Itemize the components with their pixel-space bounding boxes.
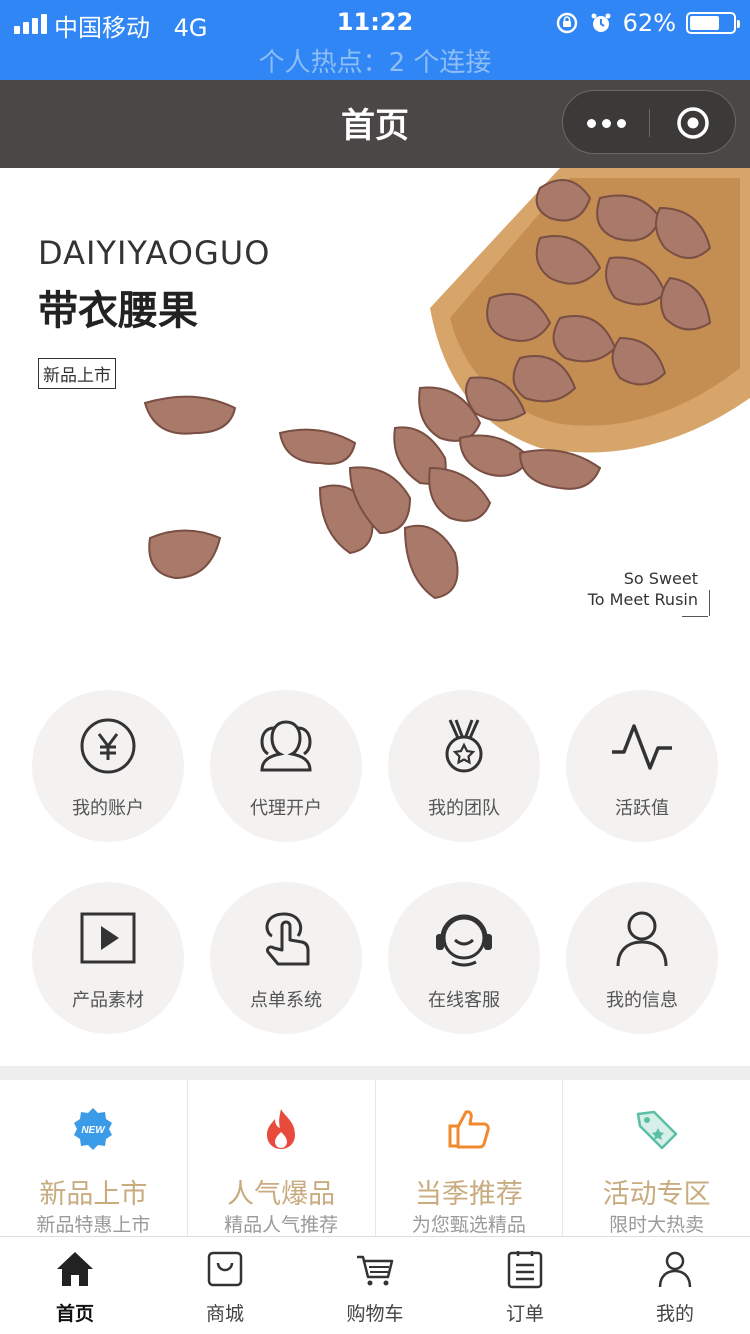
banner-slogan: So Sweet To Meet Rusin [588,568,698,610]
person-icon [616,911,668,967]
home-icon [57,1252,93,1286]
tab-bar: 首页 商城 购物车 订单 我的 [0,1236,750,1334]
svg-text:NEW: NEW [82,1125,107,1136]
menu-label: 产品素材 [72,990,144,1011]
menu-online-service[interactable]: 在线客服 [388,882,540,1034]
nav-bar: 首页 [0,80,750,168]
user-icon [658,1251,692,1288]
slogan-mark [709,590,710,616]
battery-percent: 62% [622,9,676,37]
thumbs-up-icon [448,1110,490,1149]
category-hot-items[interactable]: 人气爆品 精品人气推荐 [188,1080,376,1236]
battery-icon [686,12,740,34]
menu-label: 代理开户 [250,798,322,819]
headset-icon [436,914,492,967]
category-subtitle: 精品人气推荐 [224,1214,339,1236]
tab-home[interactable]: 首页 [0,1237,150,1334]
tab-label: 商城 [205,1303,244,1325]
menu-label: 我的账户 [72,798,144,819]
tab-mine[interactable]: 我的 [600,1237,750,1334]
menu-label: 我的团队 [428,798,500,819]
category-subtitle: 新品特惠上市 [36,1214,151,1236]
slogan-line-2: To Meet Rusin [587,590,698,609]
category-subtitle: 为您甄选精品 [411,1214,526,1236]
category-title: 活动专区 [602,1179,711,1210]
category-title: 当季推荐 [414,1179,523,1210]
slogan-underline [682,616,708,617]
cart-icon [357,1255,394,1286]
mini-program-capsule [562,90,736,154]
more-options-icon[interactable] [563,91,649,155]
medal-icon [445,719,483,773]
hotspot-banner[interactable]: 个人热点：2 个连接 [0,42,750,79]
section-divider [0,1066,750,1080]
menu-label: 在线客服 [428,990,500,1011]
brand-name-en: DAIYIYAOGUO [38,234,271,272]
tab-label: 首页 [55,1303,94,1325]
slogan-line-1: So Sweet [623,569,698,588]
play-icon [80,912,136,964]
category-new-arrivals[interactable]: NEW 新品上市 新品特惠上市 [0,1080,188,1236]
tap-icon [265,912,310,966]
category-subtitle: 限时大热卖 [609,1214,705,1236]
menu-label: 活跃值 [615,798,669,819]
promo-banner[interactable]: DAIYIYAOGUO 带衣腰果 新品上市 So Sweet To Meet R… [0,168,750,658]
fire-icon [267,1109,296,1149]
menu-my-team[interactable]: 我的团队 [388,690,540,842]
price-tag-icon [636,1110,677,1150]
users-icon [260,720,312,772]
menu-product-material[interactable]: 产品素材 [32,882,184,1034]
tab-mall[interactable]: 商城 [150,1237,300,1334]
tab-label: 购物车 [346,1303,404,1325]
category-title: 人气爆品 [227,1179,336,1210]
menu-label: 我的信息 [606,990,678,1011]
category-row: NEW 新品上市 新品特惠上市 人气爆品 精品人气推荐 当季推荐 为您甄选精品 … [0,1080,750,1236]
menu-ordering-system[interactable]: 点单系统 [210,882,362,1034]
brand-name-cn: 带衣腰果 [38,288,198,334]
tab-orders[interactable]: 订单 [450,1237,600,1334]
tab-cart[interactable]: 购物车 [300,1237,450,1334]
category-promotions[interactable]: 活动专区 限时大热卖 [563,1080,750,1236]
menu-label: 点单系统 [250,990,322,1011]
tab-label: 我的 [655,1303,694,1325]
alarm-icon [591,13,611,32]
pulse-icon [612,724,672,770]
menu-agent-account[interactable]: 代理开户 [210,690,362,842]
rotation-lock-icon [556,12,577,34]
shopping-bag-icon [207,1251,243,1287]
new-arrival-tag: 新品上市 [38,358,116,389]
category-seasonal[interactable]: 当季推荐 为您甄选精品 [376,1080,564,1236]
tab-label: 订单 [505,1303,544,1325]
category-title: 新品上市 [39,1179,148,1210]
yen-icon [80,718,136,774]
menu-my-info[interactable]: 我的信息 [566,882,718,1034]
new-badge-icon: NEW [74,1108,113,1150]
menu-activity-score[interactable]: 活跃值 [566,690,718,842]
order-list-icon [507,1251,543,1289]
menu-my-account[interactable]: 我的账户 [32,690,184,842]
status-bar: 中国移动 4G 11:22 62% 个人热点：2 个连接 [0,0,750,80]
close-mini-program-icon[interactable] [649,91,737,155]
